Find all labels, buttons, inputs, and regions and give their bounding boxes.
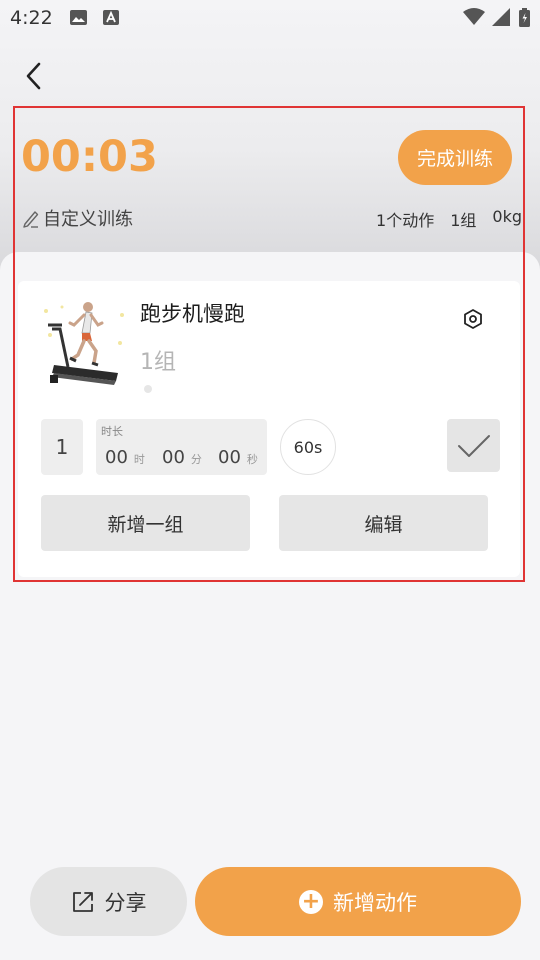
set-index: 1 (41, 419, 83, 475)
edit-button[interactable]: 编辑 (279, 495, 488, 551)
duration-seconds[interactable]: 00 秒 (218, 447, 258, 468)
set-count: 1组 (450, 211, 477, 230)
treadmill-image (40, 295, 128, 391)
settings-icon (464, 309, 482, 329)
duration-hours[interactable]: 00 时 (105, 447, 145, 468)
finish-training-button[interactable]: 完成训练 (398, 130, 512, 185)
add-action-label: 新增动作 (333, 890, 417, 915)
complete-set-button[interactable] (447, 419, 500, 472)
duration-minutes-value: 00 (162, 447, 185, 468)
duration-seconds-value: 00 (218, 447, 241, 468)
exercise-sets-count: 1组 (140, 350, 176, 375)
chevron-left-icon (26, 62, 41, 90)
page-indicator-dot (144, 385, 152, 393)
share-button[interactable]: 分享 (30, 867, 187, 936)
share-label: 分享 (104, 890, 147, 915)
add-action-button[interactable]: + 新增动作 (195, 867, 521, 936)
wifi-icon (463, 8, 485, 30)
duration-minutes[interactable]: 00 分 (162, 447, 202, 468)
workout-timer: 00:03 (21, 132, 158, 182)
image-notification-icon (70, 10, 87, 29)
share-icon (72, 891, 93, 912)
custom-training-row[interactable]: 自定义训练 (22, 205, 133, 231)
signal-icon (492, 8, 510, 30)
duration-minutes-unit: 分 (190, 453, 202, 466)
duration-hours-value: 00 (105, 447, 128, 468)
rest-timer-button[interactable]: 60s (280, 419, 336, 475)
battery-icon (519, 8, 530, 31)
status-bar: 4:22 (0, 0, 540, 36)
exercise-settings-button[interactable] (461, 307, 485, 331)
workout-stats: 1个动作 1组 0kg (376, 207, 522, 231)
custom-training-label: 自定义训练 (43, 209, 133, 230)
app-notification-icon (103, 10, 119, 29)
status-time: 4:22 (10, 7, 53, 29)
duration-hours-unit: 时 (133, 453, 145, 466)
exercise-name: 跑步机慢跑 (140, 302, 245, 326)
exercise-card: 跑步机慢跑 1组 1 时长 00 时 00 分 00 秒 60s 新增一组 编辑 (18, 281, 520, 577)
back-button[interactable] (16, 58, 50, 94)
plus-circle-icon: + (299, 889, 323, 914)
duration-seconds-unit: 秒 (246, 453, 258, 466)
total-weight: 0kg (492, 207, 522, 226)
add-set-button[interactable]: 新增一组 (41, 495, 250, 551)
action-count: 1个动作 (376, 211, 435, 230)
checkmark-icon (457, 434, 490, 457)
duration-input[interactable]: 时长 00 时 00 分 00 秒 (96, 419, 267, 475)
pencil-icon (23, 210, 39, 228)
duration-title: 时长 (101, 425, 123, 438)
